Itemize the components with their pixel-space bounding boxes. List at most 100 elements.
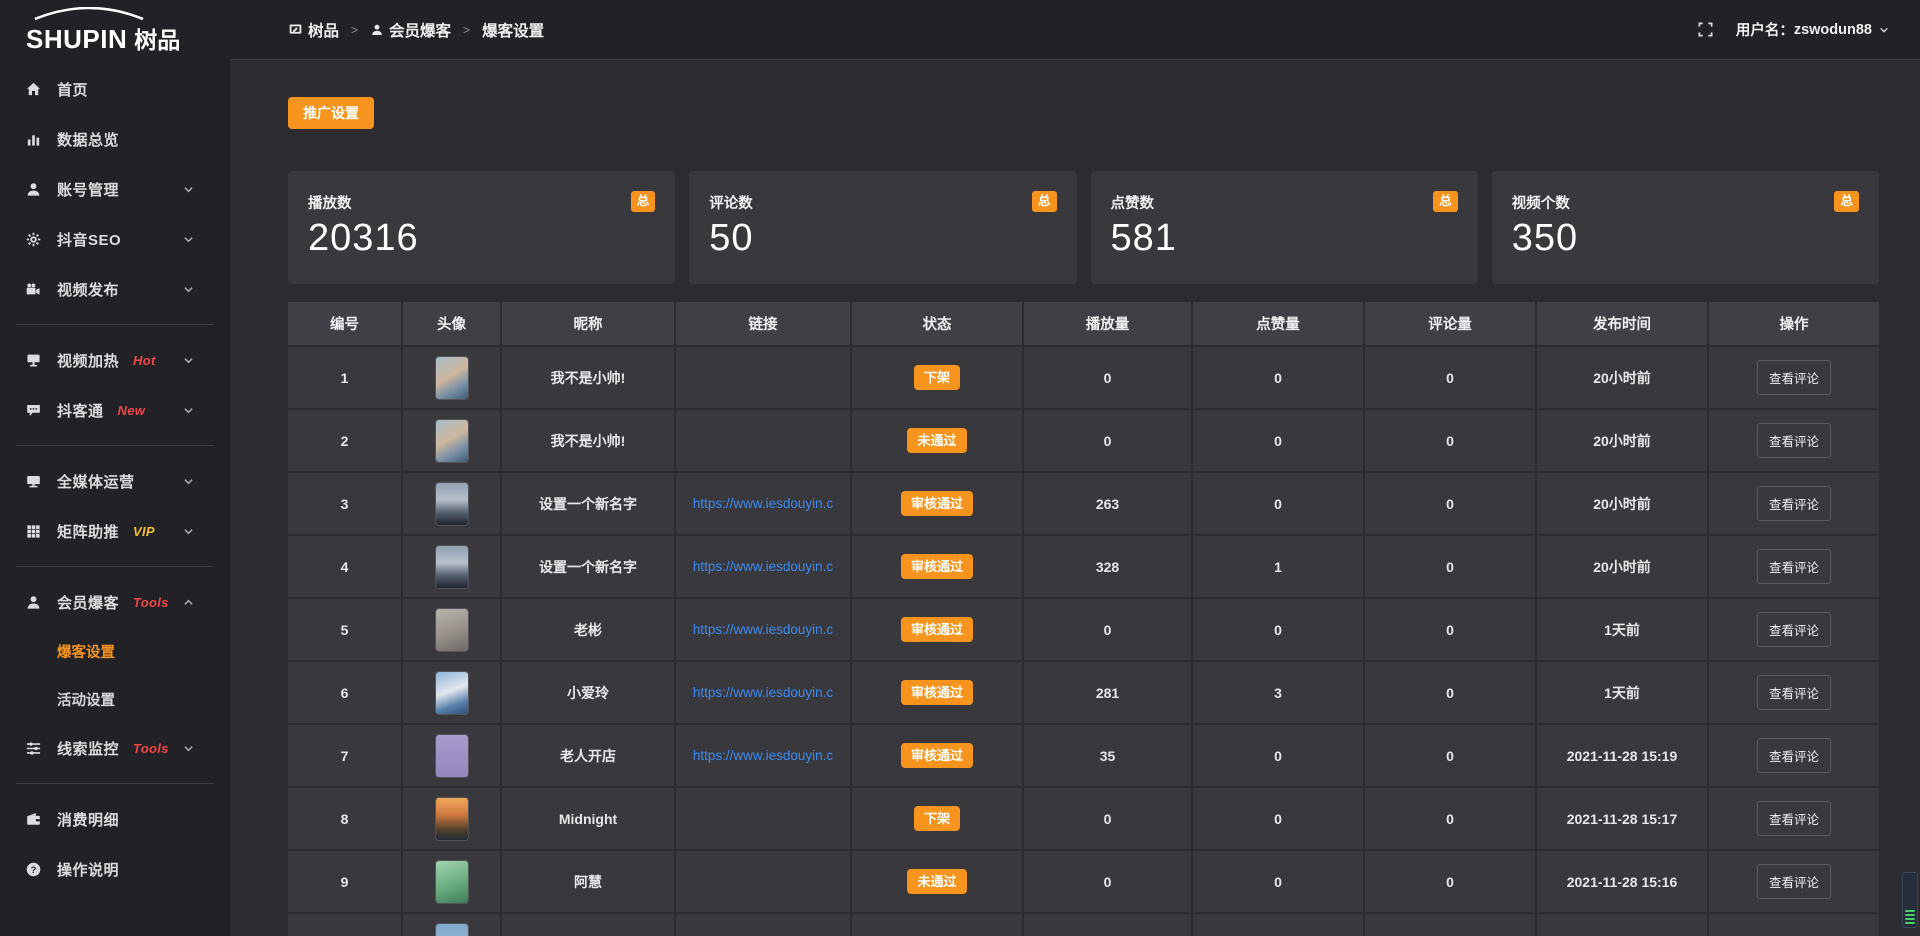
cell-avatar [403,347,502,408]
cell-id: 5 [288,599,403,660]
view-comments-button[interactable]: 查看评论 [1757,360,1831,395]
column-header-1: 头像 [403,302,502,345]
topbar-right: 用户名： zswodun88 [1697,19,1890,40]
sidebar-item-6[interactable]: 视频加热Hot [0,335,230,385]
cell-link: https://www.iesdouyin.c [676,599,852,660]
view-comments-button[interactable]: 查看评论 [1757,801,1831,836]
stat-card-0: 播放数20316总 [288,171,675,284]
sidebar-item-1[interactable]: 数据总览 [0,114,230,164]
cell-actions: 查看评论 [1709,599,1879,660]
menu-badge: Tools [133,595,169,610]
breadcrumb-item-home[interactable]: 树品 [288,19,339,41]
cell-status: 审核通过 [852,662,1024,723]
cell-link [676,410,852,471]
sidebar-item-12[interactable]: 会员爆客Tools [0,577,230,627]
cell-id: 10 [288,914,403,936]
fullscreen-icon[interactable] [1697,21,1714,38]
sidebar-item-15[interactable]: 消费明细 [0,794,230,844]
cell-actions [1709,914,1879,936]
sidebar-item-16[interactable]: ?操作说明 [0,844,230,894]
cell-id: 1 [288,347,403,408]
cell-publish-time: 1天前 [1537,662,1709,723]
view-comments-button[interactable]: 查看评论 [1757,549,1831,584]
table-row: 5老彬https://www.iesdouyin.c审核通过0001天前查看评论 [288,599,1879,660]
cell-comments: 0 [1365,599,1537,660]
video-link[interactable]: https://www.iesdouyin.c [693,748,833,763]
sidebar-item-0[interactable]: 首页 [0,64,230,114]
breadcrumb-item-section[interactable]: 会员爆客 [370,19,451,41]
wallet-icon [24,811,42,828]
topbar: 树品 > 会员爆客 > 爆客设置 [230,0,1920,60]
cell-plays: 0 [1024,410,1193,471]
stat-card-2: 点赞数581总 [1091,171,1478,284]
sidebar-item-4[interactable]: 视频发布 [0,264,230,314]
cell-link [676,851,852,912]
table-row: 3设置一个新名字https://www.iesdouyin.c审核通过26300… [288,473,1879,534]
sidebar-item-9[interactable]: 全媒体运营 [0,456,230,506]
stat-value: 581 [1111,217,1458,260]
chevron-down-icon [179,525,197,538]
cell-link [676,914,852,936]
cell-likes: 0 [1193,473,1365,534]
cell-id: 6 [288,662,403,723]
view-comments-button[interactable]: 查看评论 [1757,612,1831,647]
sidebar-item-label: 抖客通 [57,400,104,421]
brand-logo: SHUPIN 树品 [0,0,230,60]
cell-publish-time: 20小时前 [1537,347,1709,408]
logo-text-cn: 树品 [134,29,180,52]
view-comments-button[interactable]: 查看评论 [1757,423,1831,458]
sidebar-item-13[interactable]: 线索监控Tools [0,723,230,773]
sidebar-item-10[interactable]: 矩阵助推VIP [0,506,230,556]
breadcrumb: 树品 > 会员爆客 > 爆客设置 [288,19,544,41]
chevron-down-icon [179,404,197,417]
sidebar-subitem-12-1[interactable]: 活动设置 [0,675,230,723]
sidebar-item-label: 账号管理 [57,179,119,200]
cell-link: https://www.iesdouyin.c [676,536,852,597]
video-link[interactable]: https://www.iesdouyin.c [693,685,833,700]
view-comments-button[interactable]: 查看评论 [1757,675,1831,710]
sidebar-subitem-12-0[interactable]: 爆客设置 [0,627,230,675]
stats-row: 播放数20316总评论数50总点赞数581总视频个数350总 [288,171,1879,284]
help-icon: ? [24,861,42,878]
floating-widget[interactable] [1902,872,1918,928]
cell-likes: 0 [1193,599,1365,660]
cell-id: 8 [288,788,403,849]
avatar [436,609,468,651]
menu-badge: New [118,403,146,418]
stat-card-1: 评论数50总 [689,171,1076,284]
avatar [436,861,468,903]
cell-link: https://www.iesdouyin.c [676,725,852,786]
table-row: 6小爱玲https://www.iesdouyin.c审核通过281301天前查… [288,662,1879,723]
view-comments-button[interactable]: 查看评论 [1757,486,1831,521]
menu-divider [16,783,214,784]
video-link[interactable]: https://www.iesdouyin.c [693,496,833,511]
video-link[interactable]: https://www.iesdouyin.c [693,622,833,637]
cell-publish-time: 2021-11-28 15:17 [1537,788,1709,849]
cell-actions: 查看评论 [1709,851,1879,912]
member-video-table: 编号头像昵称链接状态播放量点赞量评论量发布时间操作 1我不是小帅!下架00020… [288,302,1879,936]
status-badge: 下架 [914,365,960,390]
sidebar-item-2[interactable]: 账号管理 [0,164,230,214]
home-icon [24,81,42,98]
cell-link [676,347,852,408]
cell-publish-time: 20小时前 [1537,473,1709,534]
sidebar-item-3[interactable]: 抖音SEO [0,214,230,264]
cell-likes: 0 [1193,347,1365,408]
video-link[interactable]: https://www.iesdouyin.c [693,559,833,574]
chat-icon [24,402,42,419]
user-menu[interactable]: 用户名： zswodun88 [1736,19,1890,40]
cell-plays: 281 [1024,662,1193,723]
menu-badge: Tools [133,741,169,756]
breadcrumb-separator: > [463,23,470,37]
stat-label: 播放数 [308,192,655,213]
gear-icon [24,231,42,248]
view-comments-button[interactable]: 查看评论 [1757,864,1831,899]
sidebar-item-7[interactable]: 抖客通 New [0,385,230,435]
cell-link: https://www.iesdouyin.c [676,662,852,723]
cell-nickname: 阿慧 [502,851,676,912]
view-comments-button[interactable]: 查看评论 [1757,738,1831,773]
status-badge: 未通过 [907,869,966,894]
table-row: 9阿慧未通过0002021-11-28 15:16查看评论 [288,851,1879,912]
promo-settings-button[interactable]: 推广设置 [288,97,374,129]
column-header-5: 播放量 [1024,302,1193,345]
